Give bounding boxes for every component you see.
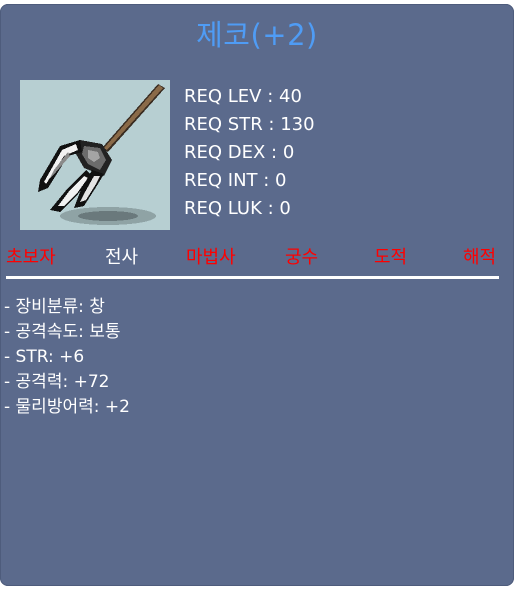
job-thief: 도적	[374, 247, 408, 268]
stat-str: - STR: +6	[4, 347, 85, 367]
item-tooltip-panel: 제코(+2) REQ LEV : 40 REQ STR : 130 REQ DE…	[0, 4, 514, 586]
stat-physical-defense: - 물리방어력: +2	[4, 397, 130, 417]
job-warrior: 전사	[105, 247, 139, 268]
item-icon-frame	[20, 80, 170, 230]
divider	[6, 276, 499, 279]
job-magician: 마법사	[186, 247, 236, 268]
trident-spear-icon	[38, 84, 165, 225]
stat-category: - 장비분류: 창	[4, 297, 105, 317]
job-beginner: 초보자	[6, 247, 56, 268]
req-luk: REQ LUK : 0	[184, 198, 291, 219]
requirements-list: REQ LEV : 40 REQ STR : 130 REQ DEX : 0 R…	[184, 83, 315, 223]
job-pirate: 해적	[463, 247, 497, 268]
stat-attack: - 공격력: +72	[4, 372, 110, 392]
req-level: REQ LEV : 40	[184, 86, 302, 107]
req-dex: REQ DEX : 0	[184, 142, 295, 163]
req-int: REQ INT : 0	[184, 170, 287, 191]
job-list: 초보자 전사 마법사 궁수 도적 해적	[0, 244, 514, 272]
stat-attack-speed: - 공격속도: 보통	[4, 322, 121, 342]
job-bowman: 궁수	[285, 247, 319, 268]
item-name: 제코(+2)	[196, 18, 318, 52]
req-str: REQ STR : 130	[184, 114, 315, 135]
item-stats: - 장비분류: 창 - 공격속도: 보통 - STR: +6 - 공격력: +7…	[4, 295, 130, 420]
